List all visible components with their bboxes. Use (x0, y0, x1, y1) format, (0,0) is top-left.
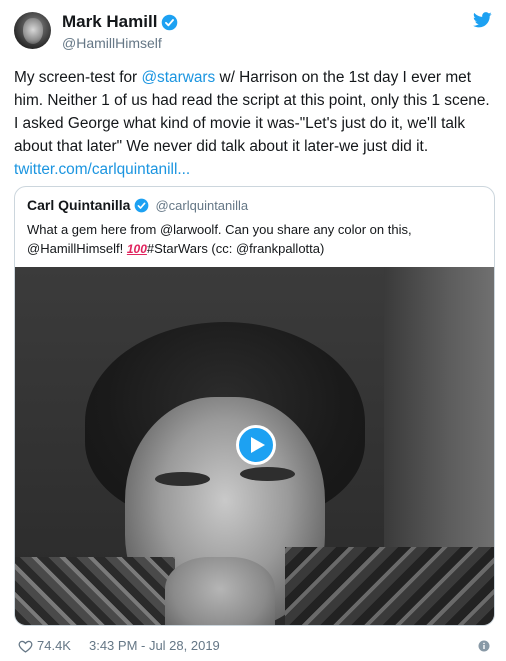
twitter-bird-icon[interactable] (473, 12, 492, 28)
tweet-text-part1: My screen-test for (14, 69, 142, 86)
quoted-tweet[interactable]: Carl Quintanilla @carlquintanilla What a… (14, 186, 495, 626)
quoted-text-line2a: @HamillHimself! (27, 241, 127, 256)
mention-starwars-link[interactable]: @starwars (141, 69, 215, 86)
tweet-footer: 74.4K 3:43 PM - Jul 28, 2019 (18, 638, 220, 653)
avatar[interactable] (14, 12, 51, 49)
timestamp[interactable]: 3:43 PM - Jul 28, 2019 (89, 638, 220, 653)
heart-icon[interactable] (18, 639, 33, 653)
verified-icon (135, 198, 149, 212)
verified-icon (162, 14, 178, 30)
like-count[interactable]: 74.4K (37, 638, 71, 653)
embedded-tweet: Mark Hamill @HamillHimself My screen-tes… (0, 0, 506, 661)
quoted-handle: @carlquintanilla (155, 197, 249, 213)
tweet-url-link[interactable]: twitter.com/carlquintanill... (14, 161, 190, 178)
quoted-text-line2b: #StarWars (cc: @frankpallotta) (146, 241, 325, 256)
author-display-name[interactable]: Mark Hamill (62, 12, 157, 32)
video-player[interactable] (15, 267, 494, 625)
author-handle[interactable]: @HamillHimself (62, 35, 162, 51)
play-icon (250, 437, 265, 453)
play-button[interactable] (236, 425, 276, 465)
quoted-tweet-header: Carl Quintanilla @carlquintanilla (27, 197, 248, 213)
quoted-text-line1: What a gem here from @larwoolf. Can you … (27, 222, 412, 237)
quoted-display-name: Carl Quintanilla (27, 197, 131, 213)
info-icon[interactable] (478, 640, 490, 652)
author-name-row[interactable]: Mark Hamill (62, 12, 178, 32)
quoted-tweet-text: What a gem here from @larwoolf. Can you … (27, 220, 487, 259)
tweet-text: My screen-test for @starwars w/ Harrison… (14, 66, 496, 181)
hundred-points-emoji: 100 (126, 242, 147, 256)
